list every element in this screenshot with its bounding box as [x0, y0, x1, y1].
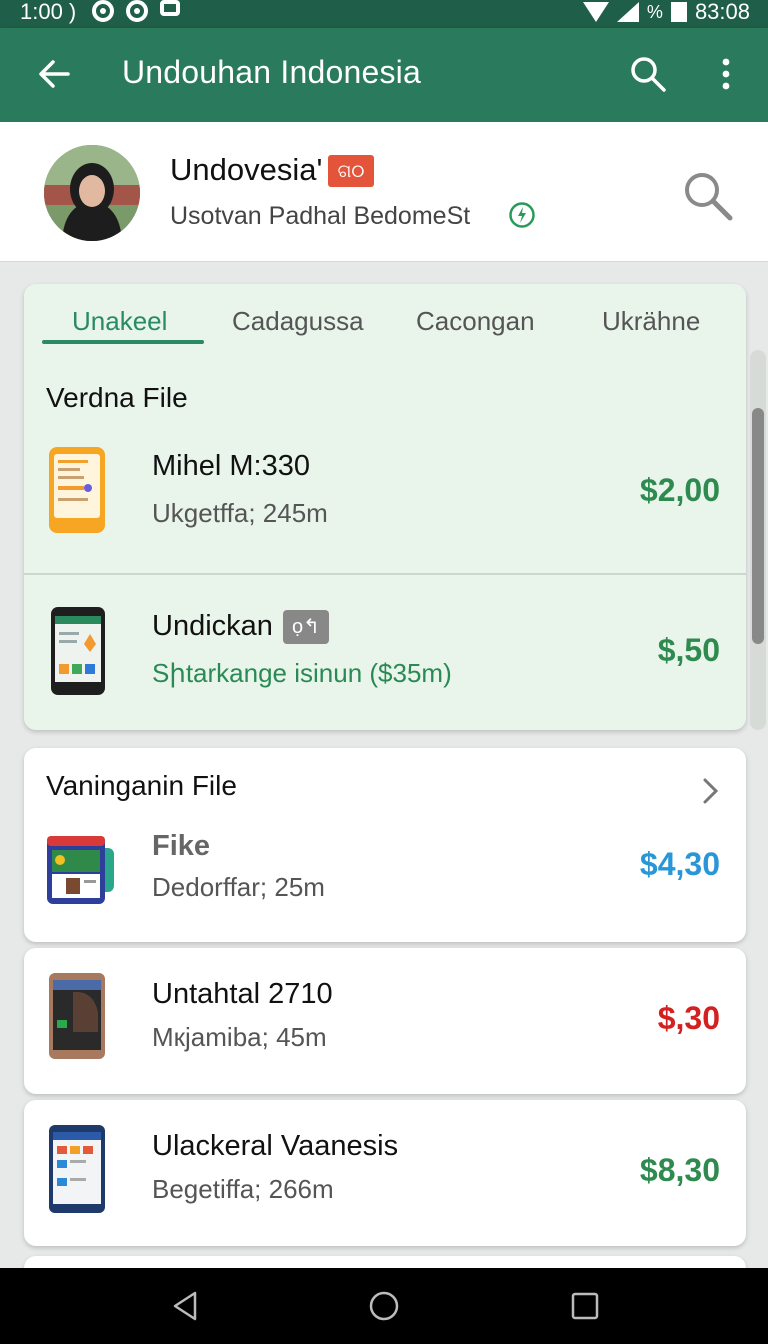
- item-subtitle: Begetiffa; 266m: [152, 1174, 334, 1204]
- item-price: $2,00: [639, 472, 720, 508]
- app-thumbnail-icon: [47, 836, 114, 904]
- app-title: Undouhan Indonesia: [122, 54, 421, 90]
- status-right: % 83:08: [582, 0, 750, 25]
- item-title: Untahtal 2710: [152, 978, 333, 1010]
- nav-home-icon[interactable]: [368, 1290, 400, 1322]
- item-title[interactable]: Fike: [152, 830, 210, 863]
- featured-files-card: Unakeel Cadagussa Cacongan Ukrähne Verdn…: [24, 284, 746, 730]
- files-card: Vaninganin File Fike Dedorffar; 25m $4,3…: [24, 748, 746, 942]
- wifi-icon: [582, 2, 609, 22]
- status-percent: %: [646, 1, 663, 22]
- item-title-text: Undickan: [152, 610, 273, 642]
- notification-square-icon: [160, 0, 180, 16]
- search-icon[interactable]: [628, 54, 668, 94]
- status-notification-icons: [92, 0, 180, 22]
- profile-search-icon[interactable]: [680, 168, 734, 222]
- divider: [24, 573, 746, 575]
- tab-cadagussa[interactable]: Cadagussa: [232, 306, 364, 337]
- scrollbar[interactable]: [752, 408, 764, 644]
- more-vert-icon[interactable]: [712, 54, 740, 94]
- notification-circle-icon: [92, 0, 114, 22]
- battery-icon: [670, 2, 687, 22]
- chevron-right-icon[interactable]: [700, 776, 720, 806]
- item-title: Ulackeral Vaanesis: [152, 1130, 399, 1162]
- app-thumbnail-icon: [51, 607, 105, 695]
- profile-header: Undovesia' ଗ୦ Usotvan Padhal BedomeSt: [0, 122, 768, 262]
- status-time: 1:00 ): [20, 0, 77, 24]
- profile-name: Undovesia': [170, 152, 323, 187]
- app-thumbnail-icon: [49, 1125, 105, 1213]
- tab-indicator: [42, 340, 204, 344]
- status-clock: 83:08: [694, 0, 750, 24]
- status-bar: 1:00 ) % 83:08: [0, 0, 768, 28]
- profile-badge: ଗ୦: [328, 155, 374, 187]
- nav-recents-icon[interactable]: [570, 1290, 600, 1322]
- item-price: $,30: [657, 1000, 720, 1036]
- system-nav-bar: [0, 1268, 768, 1344]
- item-subtitle: Dedorffar; 25m: [152, 872, 325, 902]
- item-price: $4,30: [639, 846, 720, 882]
- file-card[interactable]: Untahtal 2710 Mкjamiba; 45m $,30: [24, 948, 746, 1094]
- signal-icon: [616, 2, 639, 22]
- item-title[interactable]: Mihel M:330: [152, 450, 310, 483]
- item-subtitle: Ukgetffa; 245m: [152, 498, 328, 528]
- item-badge: ọ↰: [282, 610, 329, 645]
- item-subtitle: Sիtarkange isinun ($35m): [152, 658, 452, 688]
- app-bar: Undouhan Indonesia: [0, 28, 768, 122]
- nav-back-icon[interactable]: [170, 1290, 200, 1322]
- profile-subtitle: Usotvan Padhal BedomeSt: [170, 202, 471, 230]
- tab-cacongan[interactable]: Cacongan: [416, 306, 535, 337]
- verified-icon: [509, 202, 535, 228]
- tab-ukrahne[interactable]: Ukrähne: [602, 306, 700, 337]
- notification-circle-icon: [126, 0, 148, 22]
- item-price: $8,30: [639, 1152, 720, 1188]
- app-thumbnail-icon: [49, 447, 105, 533]
- item-price: $,50: [657, 632, 720, 668]
- section-title: Vaninganin File: [46, 770, 237, 801]
- tab-bar: Unakeel Cadagussa Cacongan Ukrähne: [24, 284, 746, 348]
- file-card[interactable]: Ulackeral Vaanesis Begetiffa; 266m $8,30: [24, 1100, 746, 1246]
- section-title: Verdna File: [46, 382, 188, 413]
- tab-unakeel[interactable]: Unakeel: [72, 306, 167, 337]
- item-title[interactable]: Undickan ọ↰: [152, 610, 329, 645]
- back-arrow-icon[interactable]: [34, 54, 74, 94]
- app-thumbnail-icon: [49, 973, 105, 1059]
- avatar[interactable]: [44, 145, 140, 241]
- item-subtitle: Mкjamiba; 45m: [152, 1022, 327, 1052]
